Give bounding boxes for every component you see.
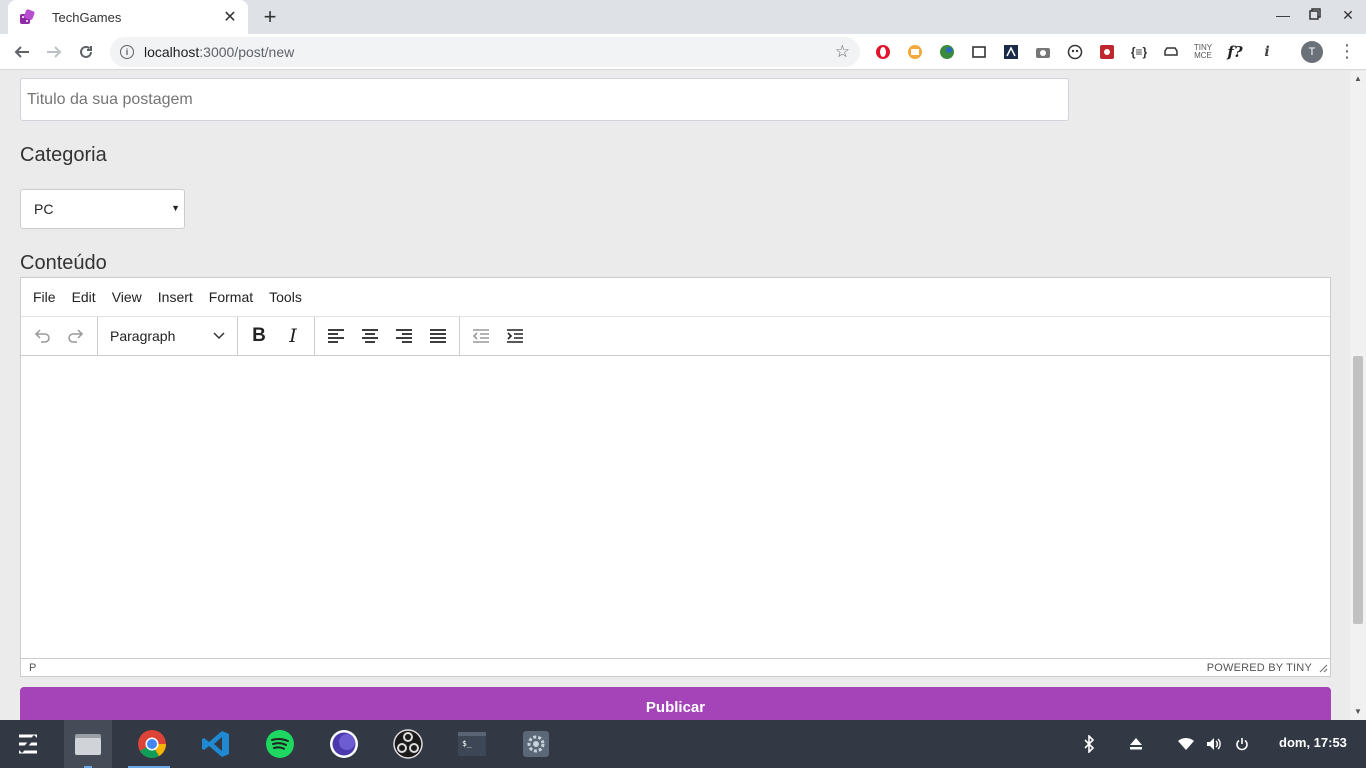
menu-insert[interactable]: Insert (158, 289, 193, 305)
menu-file[interactable]: File (33, 289, 56, 305)
tinymce-extension-icon[interactable]: TINY MCE (1194, 43, 1212, 61)
tab-close-icon[interactable]: ✕ (222, 7, 238, 27)
bluetooth-icon[interactable] (1079, 734, 1099, 754)
menu-tools[interactable]: Tools (269, 289, 302, 305)
scrollbar-thumb[interactable] (1353, 356, 1363, 624)
wifi-icon[interactable] (1176, 734, 1196, 754)
os-taskbar: $_ dom, 17:53 (0, 720, 1366, 768)
info-extension-icon[interactable]: i (1258, 43, 1276, 61)
rich-text-editor: File Edit View Insert Format Tools Parag… (20, 277, 1331, 677)
block-format-select[interactable]: Paragraph (102, 321, 233, 351)
tab-techgames[interactable]: TechGames ✕ (8, 0, 248, 34)
publish-button[interactable]: Publicar (20, 687, 1331, 720)
menu-format[interactable]: Format (209, 289, 253, 305)
page-scrollbar[interactable]: ▲ ▼ (1350, 71, 1366, 720)
back-icon[interactable] (10, 40, 34, 64)
mask-extension-icon[interactable] (1066, 43, 1084, 61)
editor-menubar: File Edit View Insert Format Tools (21, 278, 1330, 317)
tab-strip: TechGames ✕ + — ✕ (0, 0, 1366, 34)
tab-title: TechGames (52, 9, 122, 25)
block-format-value: Paragraph (110, 328, 176, 344)
page-viewport: Categoria PC ▼ Conteúdo File Edit View I… (0, 71, 1350, 720)
close-window-icon[interactable]: ✕ (1338, 7, 1358, 24)
indent-icon[interactable] (498, 321, 532, 351)
globe-extension-icon[interactable] (938, 43, 956, 61)
arrow-extension-icon[interactable] (1002, 43, 1020, 61)
terminal-app-icon[interactable]: $_ (448, 720, 496, 768)
align-left-icon[interactable] (319, 321, 353, 351)
url-path: :3000/post/new (199, 44, 295, 60)
menu-edit[interactable]: Edit (72, 289, 96, 305)
category-selected-value: PC (34, 201, 54, 217)
outdent-icon[interactable] (464, 321, 498, 351)
opera-extension-icon[interactable] (874, 43, 892, 61)
post-title-input[interactable] (20, 78, 1069, 121)
scroll-up-icon[interactable]: ▲ (1354, 74, 1362, 83)
category-select[interactable]: PC ▼ (20, 189, 185, 229)
browser-toolbar: i localhost:3000/post/new ☆ {≡} TINY MCE … (0, 34, 1366, 70)
bold-icon[interactable]: B (242, 321, 276, 351)
editor-statusbar: P POWERED BY TINY (21, 658, 1330, 676)
scroll-down-icon[interactable]: ▼ (1354, 707, 1362, 716)
volume-icon[interactable] (1204, 734, 1224, 754)
reload-icon[interactable] (74, 40, 98, 64)
redo-icon[interactable] (59, 321, 93, 351)
files-app-icon[interactable] (64, 720, 112, 768)
category-label: Categoria (20, 144, 107, 166)
svg-text:$_: $_ (462, 739, 472, 748)
screenshot-frame-icon[interactable] (970, 43, 988, 61)
eclipse-app-icon[interactable] (320, 720, 368, 768)
italic-icon[interactable]: I (276, 321, 310, 351)
url-host: localhost (144, 44, 200, 60)
menu-view[interactable]: View (112, 289, 142, 305)
power-icon[interactable] (1232, 734, 1252, 754)
chevron-down-icon (213, 332, 225, 340)
powered-by-link[interactable]: POWERED BY TINY (1207, 662, 1312, 674)
red-extension-icon[interactable] (1098, 43, 1116, 61)
bookmark-star-icon[interactable]: ☆ (835, 42, 850, 62)
camera-icon[interactable] (1034, 43, 1052, 61)
editor-content-area[interactable] (21, 356, 1330, 658)
eject-icon[interactable] (1126, 734, 1146, 754)
profile-avatar[interactable]: T (1301, 41, 1323, 63)
car-extension-icon[interactable] (1162, 43, 1180, 61)
image-extension-icon[interactable] (906, 43, 924, 61)
resize-handle-icon[interactable] (1318, 663, 1328, 673)
restore-icon[interactable] (1305, 7, 1325, 23)
select-caret-icon: ▼ (171, 203, 180, 213)
align-right-icon[interactable] (387, 321, 421, 351)
align-center-icon[interactable] (353, 321, 387, 351)
browser-menu-icon[interactable]: ⋮ (1338, 42, 1356, 60)
element-path[interactable]: P (29, 662, 36, 674)
font-extension-icon[interactable]: f? (1226, 43, 1244, 61)
editor-toolbar: Paragraph B I (21, 316, 1330, 356)
undo-icon[interactable] (25, 321, 59, 351)
minimize-icon[interactable]: — (1273, 7, 1293, 23)
content-label: Conteúdo (20, 252, 107, 274)
dice-favicon-icon (20, 9, 35, 24)
site-info-icon[interactable]: i (120, 45, 134, 59)
json-extension-icon[interactable]: {≡} (1130, 43, 1148, 61)
spotify-app-icon[interactable] (256, 720, 304, 768)
chrome-app-icon[interactable] (128, 720, 176, 768)
taskbar-clock[interactable]: dom, 17:53 (1279, 735, 1347, 750)
address-bar[interactable]: i localhost:3000/post/new ☆ (110, 37, 860, 67)
obs-app-icon[interactable] (384, 720, 432, 768)
settings-app-icon[interactable] (512, 720, 560, 768)
align-justify-icon[interactable] (421, 321, 455, 351)
new-tab-button[interactable]: + (260, 5, 280, 29)
zorin-menu-icon[interactable] (4, 720, 52, 768)
vscode-app-icon[interactable] (192, 720, 240, 768)
forward-icon[interactable] (42, 40, 66, 64)
